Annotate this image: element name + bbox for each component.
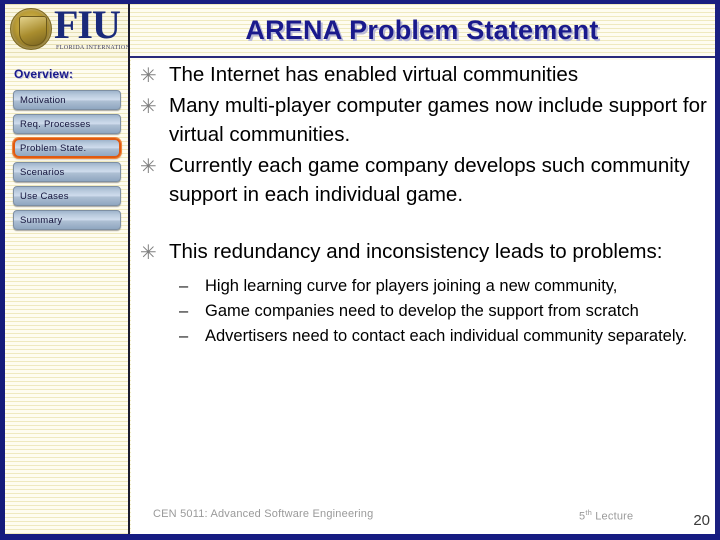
title-underline	[129, 56, 715, 58]
bullet-group-spacer	[131, 211, 715, 237]
sub-bullet-item: – Game companies need to develop the sup…	[131, 299, 715, 324]
footer-lecture-label: 5th Lecture	[579, 508, 633, 523]
asterisk-bullet-icon: ✳	[140, 94, 157, 118]
fiu-subtitle: FLORIDA INTERNATIONAL UNIVERSITY	[56, 45, 130, 51]
bullet-item: ✳ The Internet has enabled virtual commu…	[131, 60, 715, 89]
sub-bullet-item: – High learning curve for players joinin…	[131, 274, 715, 299]
frame-right-border	[715, 0, 720, 540]
slide: ✳ The Internet has enabled virtual commu…	[0, 0, 720, 540]
sidebar-item-label: Problem State.	[20, 142, 87, 154]
bullet-text: Currently each game company develops suc…	[169, 154, 690, 206]
bullet-list: ✳ The Internet has enabled virtual commu…	[131, 60, 715, 349]
asterisk-bullet-icon: ✳	[140, 240, 157, 264]
bullet-item: ✳ Currently each game company develops s…	[131, 151, 715, 209]
sidebar-divider	[128, 4, 130, 534]
frame-left-border	[0, 0, 5, 540]
sub-bullet-text: Game companies need to develop the suppo…	[205, 302, 639, 320]
sidebar-item-use-cases[interactable]: Use Cases	[13, 186, 121, 206]
asterisk-bullet-icon: ✳	[140, 63, 157, 87]
dash-bullet-icon: –	[179, 302, 189, 320]
sidebar-item-motivation[interactable]: Motivation	[13, 90, 121, 110]
sidebar-item-label: Use Cases	[20, 190, 69, 202]
page-number: 20	[693, 512, 710, 529]
university-seal-icon	[10, 8, 52, 50]
sidebar-item-scenarios[interactable]: Scenarios	[13, 162, 121, 182]
footer: CEN 5011: Advanced Software Engineering …	[131, 500, 715, 534]
frame-top-border	[0, 0, 720, 4]
sidebar-heading: Overview:	[14, 67, 74, 81]
sidebar-item-label: Summary	[20, 214, 63, 226]
dash-bullet-icon: –	[179, 327, 189, 345]
bullet-text: This redundancy and inconsistency leads …	[169, 240, 663, 263]
asterisk-bullet-icon: ✳	[140, 154, 157, 178]
sidebar-item-problem-statement[interactable]: Problem State.	[13, 138, 121, 158]
fiu-wordmark: FIU	[54, 4, 121, 47]
sidebar-item-label: Motivation	[20, 94, 66, 106]
sidebar: Overview: Motivation Req. Processes Prob…	[4, 57, 129, 534]
bullet-text: Many multi-player computer games now inc…	[169, 94, 707, 146]
bullet-text: The Internet has enabled virtual communi…	[169, 63, 579, 86]
page-title: ARENA Problem Statement	[245, 15, 599, 45]
bullet-item: ✳ Many multi-player computer games now i…	[131, 91, 715, 149]
bullet-item: ✳ This redundancy and inconsistency lead…	[131, 237, 715, 266]
sidebar-item-summary[interactable]: Summary	[13, 210, 121, 230]
sidebar-item-req-processes[interactable]: Req. Processes	[13, 114, 121, 134]
sub-bullet-text: Advertisers need to contact each individ…	[205, 327, 688, 345]
sidebar-item-label: Req. Processes	[20, 118, 91, 130]
lecture-word: Lecture	[591, 510, 634, 523]
dash-bullet-icon: –	[179, 277, 189, 295]
sidebar-nav: Motivation Req. Processes Problem State.…	[13, 90, 121, 234]
footer-course-label: CEN 5011: Advanced Software Engineering	[153, 508, 374, 520]
title-band: ARENA Problem Statement	[129, 4, 715, 56]
fiu-logo: FIU FLORIDA INTERNATIONAL UNIVERSITY	[4, 4, 130, 56]
content-panel: ✳ The Internet has enabled virtual commu…	[131, 60, 715, 500]
sub-bullet-item: – Advertisers need to contact each indiv…	[131, 324, 715, 349]
lecture-ordinal: th	[585, 508, 592, 517]
sub-bullet-text: High learning curve for players joining …	[205, 277, 618, 295]
sidebar-item-label: Scenarios	[20, 166, 65, 178]
frame-bottom-border	[0, 534, 720, 540]
